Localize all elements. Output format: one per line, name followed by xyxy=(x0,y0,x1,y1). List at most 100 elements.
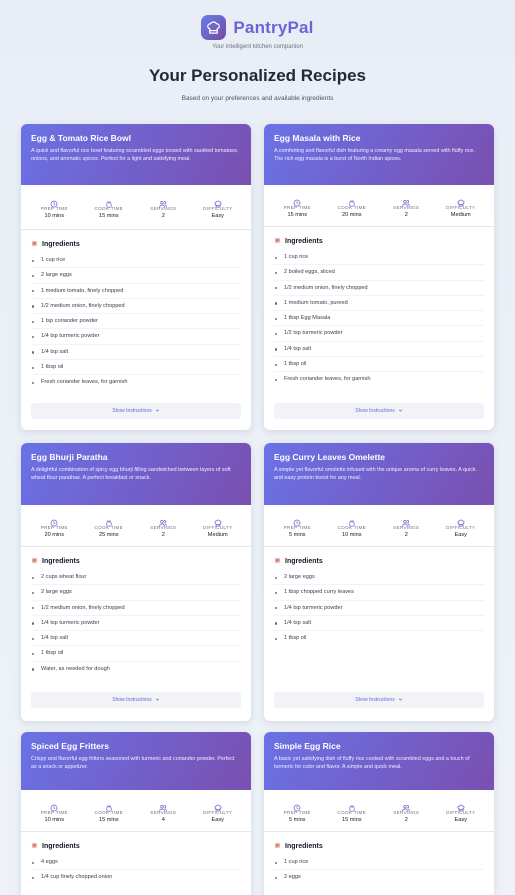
cook-time-value: 25 mins xyxy=(98,531,119,538)
ingredient-item: 1/4 tsp turmeric powder xyxy=(31,616,241,632)
difficulty-label: DIFFICULTY xyxy=(446,809,476,815)
recipe-stats: PREP TIME 20 mins COOK TIME 25 mins SERVINGS… xyxy=(21,505,251,547)
difficulty-value: Easy xyxy=(211,213,224,219)
ingredient-item: 4 eggs xyxy=(31,855,241,871)
difficulty-label: DIFFICULTY xyxy=(446,204,476,210)
recipe-card-header: Egg Masala with Rice A comforting and fla… xyxy=(264,124,494,185)
ingredients-section: Ingredients 1 cup rice 2 eggs xyxy=(264,832,494,886)
show-instructions-button[interactable]: Show Instructions xyxy=(31,692,241,708)
clock-icon xyxy=(293,194,301,206)
servings-value: 2 xyxy=(404,816,408,823)
chef-hat-icon xyxy=(214,514,222,526)
recipe-title: Simple Egg Rice xyxy=(274,741,341,751)
ingredient-item: 1 tbsp oil xyxy=(31,360,241,376)
prep-time-value: 15 mins xyxy=(287,211,308,218)
servings-stat: SERVINGS 2 xyxy=(379,194,434,218)
prep-time-stat: PREP TIME 10 mins xyxy=(27,799,82,823)
ingredient-item: 1 tbsp oil xyxy=(274,357,484,373)
ingredients-list: 2 cups wheat flour 2 large eggs 1/2 medium… xyxy=(31,570,241,677)
chef-hat-icon xyxy=(457,194,465,206)
show-instructions-button[interactable]: Show Instructions xyxy=(31,403,241,419)
ingredient-item: 1/4 tsp salt xyxy=(31,345,241,361)
ingredients-heading: Ingredients xyxy=(31,557,241,566)
prep-time-value: 10 mins xyxy=(44,213,65,219)
ingredient-item: 1 cup rice xyxy=(31,253,241,269)
show-instructions-label: Show Instructions xyxy=(112,408,152,414)
users-icon xyxy=(159,514,167,526)
show-instructions-button[interactable]: Show Instructions xyxy=(274,403,484,419)
cook-time-stat: COOK TIME 10 mins xyxy=(325,514,380,538)
servings-label: SERVINGS xyxy=(393,204,420,210)
flame-icon xyxy=(105,195,113,208)
servings-stat: SERVINGS 2 xyxy=(379,514,434,538)
recipe-title: Egg & Tomato Rice Bowl xyxy=(31,133,131,143)
servings-label: SERVINGS xyxy=(393,524,420,530)
ingredients-heading: Ingredients xyxy=(274,237,484,246)
users-icon xyxy=(159,799,167,811)
users-icon xyxy=(402,514,410,526)
recipe-title: Egg Bhurji Paratha xyxy=(31,452,108,462)
recipe-stats: PREP TIME 5 mins COOK TIME 10 mins SERVINGS 2… xyxy=(264,505,494,547)
cook-time-label: COOK TIME xyxy=(94,809,123,815)
recipe-card: Egg Bhurji Paratha A delightful combinati… xyxy=(21,443,251,721)
recipe-stats: PREP TIME 10 mins COOK TIME 15 mins SERVINGS… xyxy=(21,185,251,230)
ingredient-item: 1/4 tsp salt xyxy=(274,342,484,358)
users-icon xyxy=(159,195,167,208)
page-subtitle: Based on your preferences and available … xyxy=(181,95,334,102)
ingredient-item: 1 medium tomato, pureed xyxy=(274,296,484,312)
ingredient-item: 2 eggs xyxy=(274,870,484,885)
cook-time-label: COOK TIME xyxy=(337,204,366,210)
ingredient-item: 1/4 tsp salt xyxy=(31,631,241,647)
chef-hat-icon xyxy=(457,514,465,526)
flame-icon xyxy=(348,194,356,207)
recipe-card-header: Simple Egg Rice A basic yet satisfying di… xyxy=(264,732,494,790)
brand-name: PantryPal xyxy=(233,17,314,37)
chef-hat-icon xyxy=(214,799,222,811)
cook-time-value: 15 mins xyxy=(98,213,119,219)
ingredient-item: Water, as needed for dough xyxy=(31,662,241,677)
recipe-card-header: Egg & Tomato Rice Bowl A quick and flavor… xyxy=(21,124,251,185)
prep-time-label: PREP TIME xyxy=(40,524,68,530)
ingredient-item: 1/4 tsp turmeric powder xyxy=(274,601,484,616)
difficulty-stat: DIFFICULTY Medium xyxy=(191,514,246,538)
servings-value: 2 xyxy=(404,211,408,218)
ingredients-list-icon xyxy=(31,842,38,851)
ingredients-heading: Ingredients xyxy=(31,842,241,851)
ingredient-item: 1/4 cup finely chopped onion xyxy=(31,870,241,885)
recipe-title: Egg Masala with Rice xyxy=(274,133,361,143)
ingredient-item: 1 cup rice xyxy=(274,250,484,266)
clock-icon xyxy=(50,195,58,208)
ingredient-item: 2 boiled eggs, sliced xyxy=(274,265,484,281)
difficulty-stat: DIFFICULTY Easy xyxy=(191,799,246,823)
difficulty-value: Medium xyxy=(207,531,228,538)
servings-value: 2 xyxy=(161,213,165,219)
prep-time-value: 5 mins xyxy=(289,531,306,538)
servings-stat: SERVINGS 2 xyxy=(136,514,191,538)
difficulty-label: DIFFICULTY xyxy=(203,206,233,211)
ingredients-list: 2 large eggs 1 tbsp chopped curry leaves 1… xyxy=(274,570,484,646)
users-icon xyxy=(402,194,410,206)
ingredient-item: 2 large eggs xyxy=(31,268,241,284)
ingredient-item: 1/4 tsp turmeric powder xyxy=(31,329,241,345)
cook-time-stat: COOK TIME 15 mins xyxy=(82,195,137,219)
difficulty-value: Easy xyxy=(454,531,467,538)
clock-icon xyxy=(293,799,301,811)
chevron-down-icon xyxy=(398,697,403,704)
ingredient-item: 1/2 medium onion, finely chopped xyxy=(31,299,241,315)
users-icon xyxy=(402,799,410,811)
recipe-card: Simple Egg Rice A basic yet satisfying di… xyxy=(264,732,494,895)
prep-time-stat: PREP TIME 20 mins xyxy=(27,514,82,538)
ingredients-section: Ingredients 4 eggs 1/4 cup finely chopped … xyxy=(21,832,251,886)
show-instructions-button[interactable]: Show Instructions xyxy=(274,692,484,708)
chef-hat-icon xyxy=(457,799,465,811)
servings-label: SERVINGS xyxy=(393,809,420,815)
cook-time-stat: COOK TIME 15 mins xyxy=(82,799,137,823)
cook-time-label: COOK TIME xyxy=(337,809,366,815)
ingredients-heading-label: Ingredients xyxy=(42,843,80,850)
servings-value: 2 xyxy=(404,531,408,538)
recipe-description: A simple yet flavorful omelette infused … xyxy=(274,467,476,482)
flame-icon xyxy=(105,514,113,527)
servings-value: 2 xyxy=(161,531,165,538)
ingredients-section: Ingredients 2 cups wheat flour 2 large egg… xyxy=(21,547,251,677)
cook-time-label: COOK TIME xyxy=(337,524,366,530)
